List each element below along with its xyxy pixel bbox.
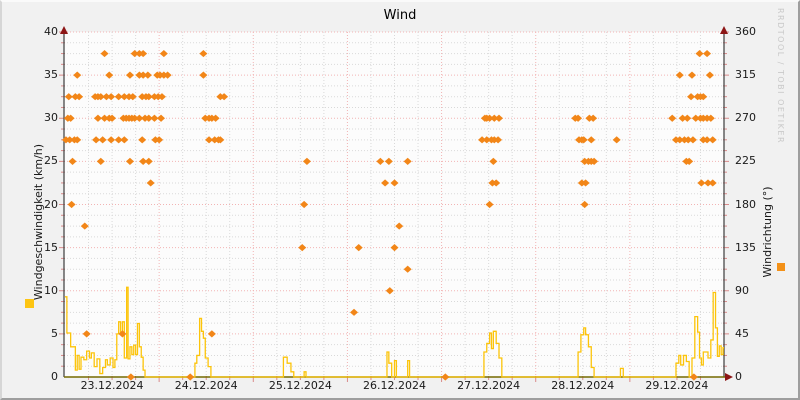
left-axis-tick-label: 0: [51, 370, 58, 383]
wind-chart: Wind Windgeschwindigkeit (km/h) Windrich…: [0, 0, 800, 400]
x-axis-tick-label: 27.12.2024: [457, 379, 521, 392]
left-axis-tick-label: 10: [44, 283, 58, 297]
right-axis-label: Windrichtung (°): [761, 186, 774, 278]
right-axis-tick-label: 135: [735, 240, 756, 254]
right-axis-tick-label: 90: [735, 283, 749, 297]
left-axis-arrow-icon: [60, 26, 68, 34]
plot-canvas: [59, 26, 733, 382]
x-axis-tick-label: 24.12.2024: [174, 379, 238, 392]
direction-legend-marker: [777, 263, 785, 271]
right-axis-tick-label: 315: [735, 68, 756, 82]
x-axis-tick-label: 23.12.2024: [80, 379, 144, 392]
right-axis-tick-label: 180: [735, 197, 756, 211]
right-axis-tick-label: 225: [735, 154, 756, 168]
watermark: RRDTOOL / TOBI OETIKER: [776, 8, 785, 145]
right-axis-tick-label: 270: [735, 111, 756, 125]
x-axis-tick-label: 28.12.2024: [551, 379, 615, 392]
left-axis-tick-label: 15: [44, 240, 58, 254]
left-axis-tick-label: 25: [44, 154, 58, 168]
left-axis-tick-label: 20: [44, 197, 58, 211]
left-axis-tick-label: 30: [44, 111, 58, 125]
speed-legend-marker: [25, 299, 34, 308]
right-axis-tick-label: 0: [735, 370, 742, 383]
left-axis-tick-label: 35: [44, 68, 58, 82]
left-axis-tick-label: 5: [51, 326, 58, 340]
right-axis-arrow-icon: [720, 26, 728, 34]
chart-title: Wind: [383, 8, 417, 23]
right-axis-tick-label: 45: [735, 326, 749, 340]
left-axis-tick-label: 40: [44, 25, 58, 38]
right-axis-tick-label: 360: [735, 25, 756, 38]
x-axis-arrow-icon: [725, 373, 733, 381]
x-axis-tick-label: 26.12.2024: [363, 379, 426, 392]
x-axis-tick-label: 29.12.2024: [645, 379, 709, 392]
x-axis-tick-label: 25.12.2024: [268, 379, 332, 392]
